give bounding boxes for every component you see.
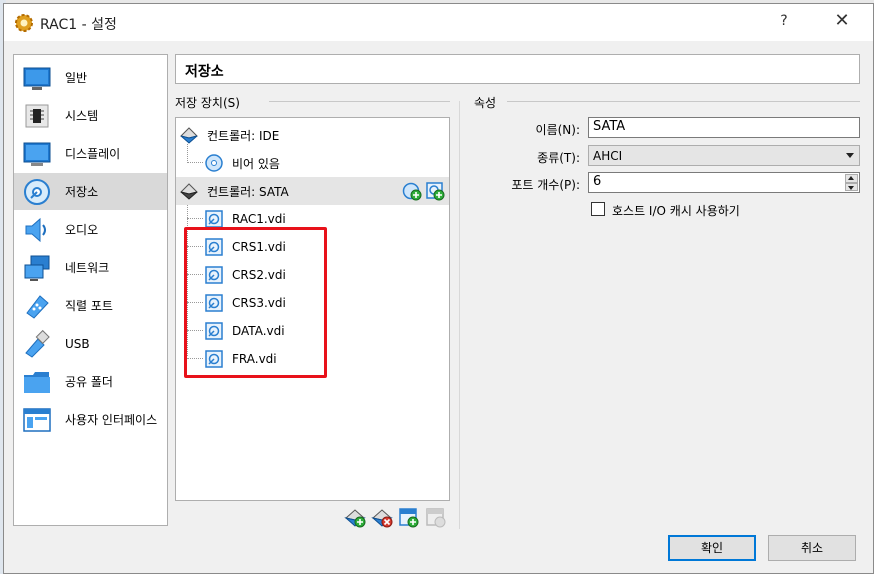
hard-disk-icon — [205, 350, 223, 368]
hard-disk-icon — [205, 294, 223, 312]
nav-item-system[interactable]: 시스템 — [14, 97, 167, 134]
controller-actions — [402, 181, 445, 201]
tree-label: 컨트롤러: SATA — [207, 184, 289, 199]
tree-label: 비어 있음 — [232, 156, 280, 171]
folder-icon — [24, 371, 50, 393]
tree-label: CRS1.vdi — [232, 240, 286, 254]
add-controller-icon[interactable] — [344, 506, 366, 528]
tree-row-ide-empty[interactable]: 비어 있음 — [176, 149, 449, 177]
type-label: 종류(T): — [537, 151, 580, 165]
tree-label: RAC1.vdi — [232, 212, 286, 226]
nav-item-user-interface[interactable]: 사용자 인터페이스 — [14, 401, 167, 438]
optical-disc-icon — [205, 154, 223, 172]
settings-gear-icon — [15, 14, 33, 32]
tree-row-disk[interactable]: DATA.vdi — [176, 317, 449, 345]
hard-disk-icon — [205, 266, 223, 284]
network-icon — [24, 255, 50, 281]
type-select[interactable]: AHCI — [588, 145, 860, 166]
storage-disk-icon — [24, 178, 50, 205]
tree-row-ide-controller[interactable]: 컨트롤러: IDE — [176, 121, 449, 149]
storage-tree[interactable]: 컨트롤러: IDE 비어 있음 컨트롤러: SATA RAC1.vdi CRS1… — [175, 117, 450, 501]
port-count-value: 6 — [593, 174, 602, 189]
hard-disk-icon — [205, 210, 223, 228]
nav-label: 네트워크 — [65, 261, 110, 275]
tree-label: CRS3.vdi — [232, 296, 286, 310]
nav-item-general[interactable]: 일반 — [14, 59, 167, 96]
name-field[interactable]: SATA — [588, 117, 860, 138]
speaker-icon — [25, 217, 46, 242]
close-button[interactable]: ✕ — [830, 10, 854, 34]
spin-buttons — [845, 174, 858, 191]
remove-controller-icon[interactable] — [371, 506, 393, 528]
host-io-cache-checkbox[interactable] — [591, 202, 605, 216]
window-title: RAC1 - 설정 — [40, 17, 117, 33]
tree-row-disk[interactable]: CRS1.vdi — [176, 233, 449, 261]
spin-up-button[interactable] — [845, 174, 858, 183]
type-select-value: AHCI — [593, 149, 623, 163]
tree-label: CRS2.vdi — [232, 268, 286, 282]
nav-item-storage[interactable]: 저장소 — [14, 173, 167, 210]
remove-attachment-icon[interactable] — [424, 506, 446, 528]
controller-icon — [180, 127, 198, 144]
add-hard-disk-icon[interactable] — [425, 181, 445, 201]
settings-nav: 일반 시스템 디스플레이 저장소 오디오 네트워크 직렬 포트 USB 공유 폴… — [13, 54, 168, 526]
nav-item-display[interactable]: 디스플레이 — [14, 135, 167, 172]
nav-item-serial-port[interactable]: 직렬 포트 — [14, 287, 167, 324]
nav-label: 시스템 — [65, 109, 99, 123]
settings-dialog: RAC1 - 설정 ? ✕ 일반 시스템 디스플레이 저장소 오디오 네트워크 … — [3, 3, 874, 574]
hard-disk-icon — [205, 238, 223, 256]
nav-label: 직렬 포트 — [65, 299, 113, 313]
storage-devices-label: 저장 장치(S) — [175, 96, 240, 110]
nav-label: 일반 — [65, 71, 88, 85]
cancel-button[interactable]: 취소 — [768, 535, 856, 561]
page-title: 저장소 — [185, 64, 224, 80]
group-divider — [507, 101, 860, 102]
spin-down-button[interactable] — [845, 182, 858, 191]
general-icon — [23, 67, 51, 90]
usb-icon — [25, 329, 50, 358]
serial-port-icon — [26, 294, 49, 319]
nav-label: 디스플레이 — [65, 147, 121, 161]
controller-icon — [180, 183, 198, 200]
group-divider — [269, 101, 450, 102]
port-count-stepper[interactable]: 6 — [588, 172, 860, 193]
title-bar[interactable]: RAC1 - 설정 ? ✕ — [4, 4, 873, 41]
monitor-icon — [23, 142, 51, 166]
nav-item-shared-folders[interactable]: 공유 폴더 — [14, 363, 167, 400]
nav-label: 사용자 인터페이스 — [65, 413, 158, 427]
tree-row-disk[interactable]: CRS2.vdi — [176, 261, 449, 289]
nav-item-audio[interactable]: 오디오 — [14, 211, 167, 248]
tree-label: FRA.vdi — [232, 352, 277, 366]
add-attachment-icon[interactable] — [397, 506, 419, 528]
ok-button[interactable]: 확인 — [668, 535, 756, 561]
nav-item-usb[interactable]: USB — [14, 325, 167, 362]
window-ui-icon — [23, 407, 51, 432]
tree-row-disk[interactable]: CRS3.vdi — [176, 289, 449, 317]
hard-disk-icon — [205, 322, 223, 340]
attributes-label: 속성 — [474, 96, 497, 110]
nav-label: USB — [65, 336, 90, 351]
tree-row-sata-controller[interactable]: 컨트롤러: SATA — [176, 177, 449, 205]
nav-item-network[interactable]: 네트워크 — [14, 249, 167, 286]
name-label: 이름(N): — [535, 123, 580, 137]
tree-row-disk[interactable]: RAC1.vdi — [176, 205, 449, 233]
help-button[interactable]: ? — [774, 13, 794, 33]
tree-label: DATA.vdi — [232, 324, 285, 338]
port-count-label: 포트 개수(P): — [511, 178, 580, 192]
system-chip-icon — [25, 104, 49, 127]
section-title-box: 저장소 — [175, 54, 860, 84]
nav-label: 공유 폴더 — [65, 375, 113, 389]
add-optical-drive-icon[interactable] — [402, 181, 422, 201]
nav-label: 저장소 — [65, 185, 99, 199]
nav-label: 오디오 — [65, 223, 99, 237]
tree-row-disk[interactable]: FRA.vdi — [176, 345, 449, 373]
vertical-separator — [459, 101, 460, 529]
host-io-cache-label[interactable]: 호스트 I/O 캐시 사용하기 — [612, 202, 740, 219]
chevron-down-icon — [846, 153, 854, 158]
tree-label: 컨트롤러: IDE — [207, 128, 280, 143]
